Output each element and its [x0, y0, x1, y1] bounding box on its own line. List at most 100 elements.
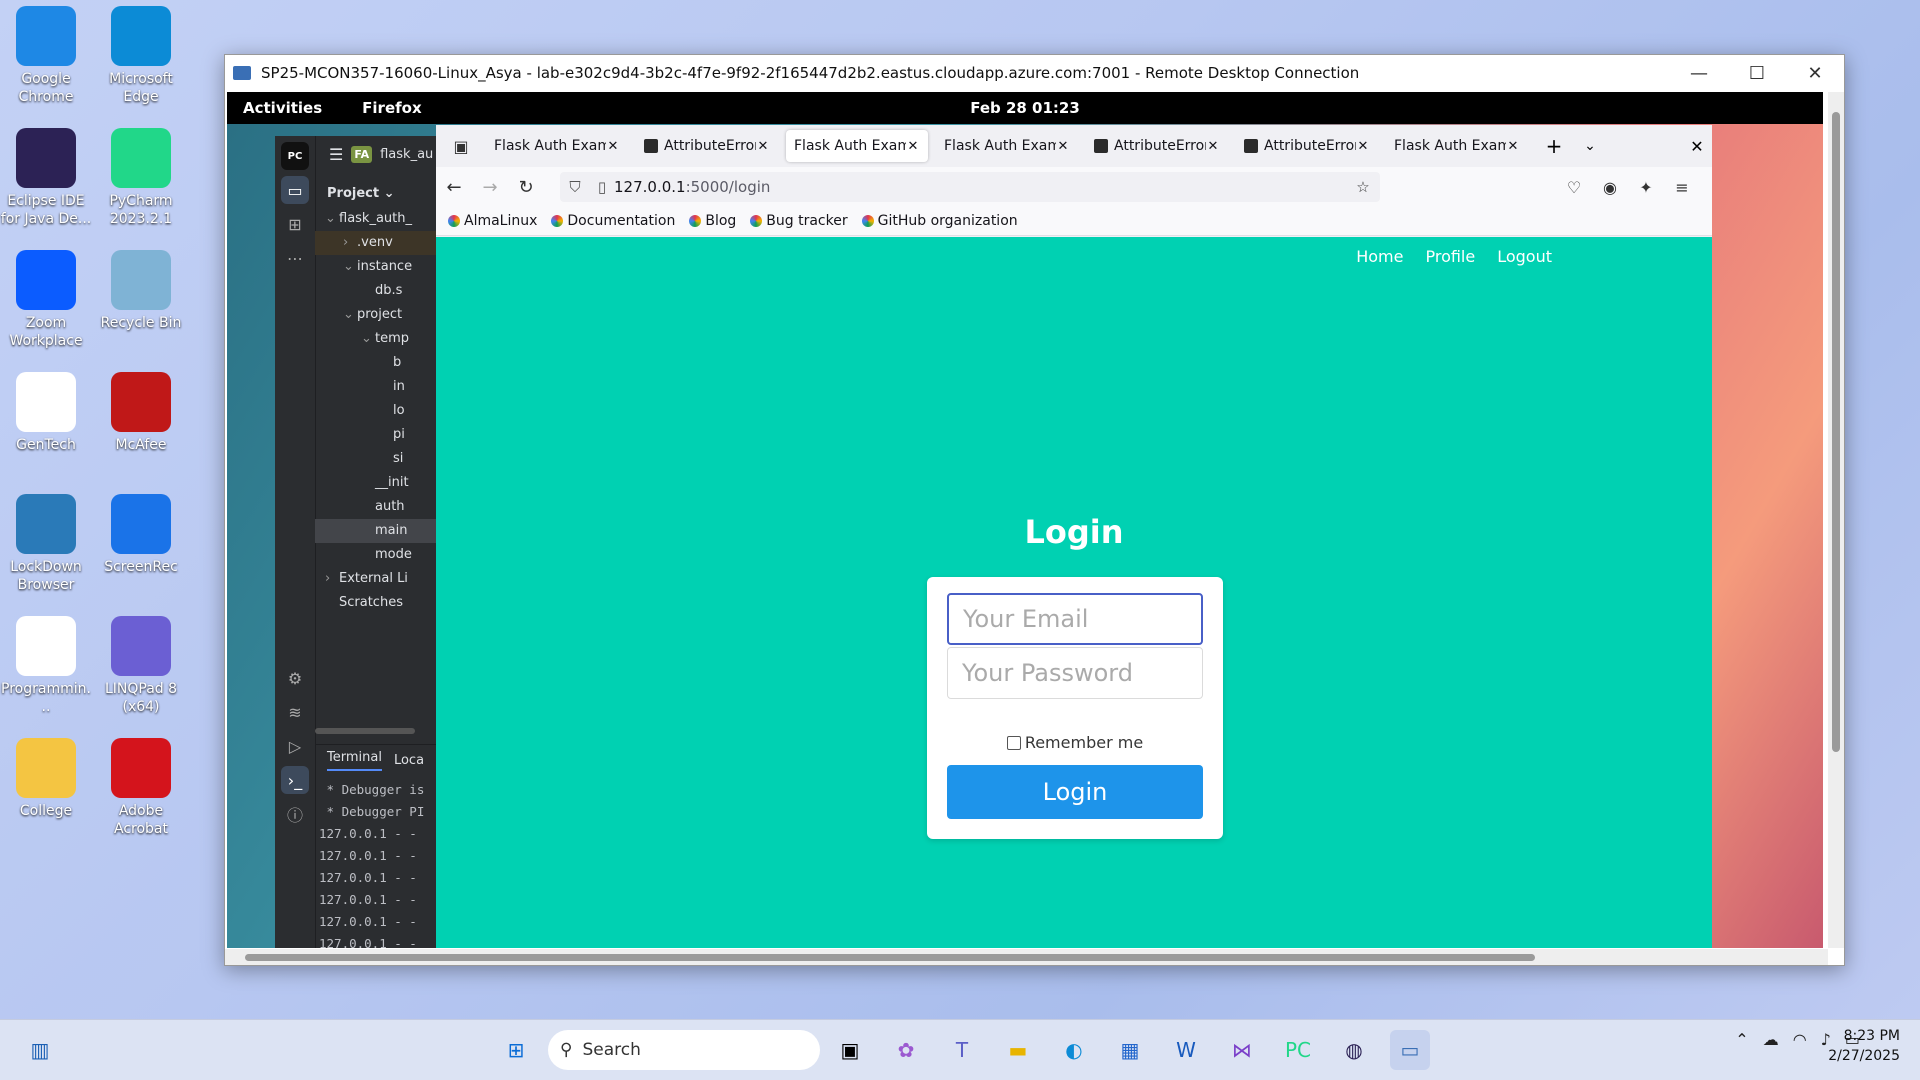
gnome-clock[interactable]: Feb 28 01:23: [227, 99, 1823, 117]
system-clock[interactable]: 8:23 PM 2/27/2025: [1828, 1026, 1900, 1066]
widgets-icon[interactable]: ▥: [20, 1030, 60, 1070]
login-button[interactable]: Login: [947, 765, 1203, 819]
copilot-icon[interactable]: ✿: [886, 1030, 926, 1070]
python-console-icon[interactable]: ⚙: [281, 664, 309, 692]
nav-home-link[interactable]: Home: [1356, 247, 1403, 266]
file-explorer-icon[interactable]: ▬: [998, 1030, 1038, 1070]
desktop-icon[interactable]: GenTech: [0, 372, 92, 454]
store-icon[interactable]: ▦: [1110, 1030, 1150, 1070]
desktop-icon[interactable]: Programmin...: [0, 616, 92, 716]
menu-icon[interactable]: ☰: [329, 145, 343, 164]
email-field[interactable]: Your Email: [947, 593, 1203, 645]
desktop-icon[interactable]: Adobe Acrobat: [95, 738, 187, 838]
shield-icon[interactable]: ⛉: [560, 178, 590, 196]
eclipse-icon[interactable]: ◍: [1334, 1030, 1374, 1070]
task-view-icon[interactable]: ▣: [830, 1030, 870, 1070]
search-box[interactable]: ⚲ Search: [548, 1030, 820, 1070]
bookmark-item[interactable]: Blog: [689, 213, 736, 229]
browser-tab[interactable]: Flask Auth Examp✕: [486, 130, 628, 162]
close-tab-icon[interactable]: ✕: [1356, 139, 1370, 154]
browser-tab[interactable]: AttributeError ✕: [636, 130, 778, 162]
remember-checkbox[interactable]: [1006, 735, 1021, 750]
close-tab-icon[interactable]: ✕: [756, 139, 770, 154]
close-tab-icon[interactable]: ✕: [1056, 139, 1070, 154]
list-tabs-icon[interactable]: ⌄: [1572, 138, 1608, 154]
bookmark-star-icon[interactable]: ☆: [1346, 178, 1380, 196]
local-tab[interactable]: Loca: [394, 753, 424, 768]
visual-studio-icon[interactable]: ⋈: [1222, 1030, 1262, 1070]
url-bar[interactable]: ⛉ ▯ 127.0.0.1:5000/login ☆: [560, 172, 1380, 202]
terminal-tab[interactable]: Terminal: [327, 750, 382, 771]
remote-screen[interactable]: Activities Firefox Feb 28 01:23 PC ▭ ⊞ ⋯…: [227, 92, 1823, 948]
forward-icon[interactable]: →: [472, 177, 508, 198]
pycharm-icon[interactable]: PC: [1278, 1030, 1318, 1070]
terminal-favicon-icon: [1094, 139, 1108, 153]
browser-tab[interactable]: AttributeError ✕: [1086, 130, 1228, 162]
close-tab-icon[interactable]: ✕: [1506, 139, 1520, 154]
structure-icon[interactable]: ⊞: [281, 210, 309, 238]
desktop-icon[interactable]: Eclipse IDE for Java De...: [0, 128, 92, 228]
pocket-icon[interactable]: ♡: [1556, 178, 1592, 197]
desktop-icon[interactable]: College: [0, 738, 92, 820]
activities-button[interactable]: Activities: [227, 99, 322, 117]
edge-icon[interactable]: ◐: [1054, 1030, 1094, 1070]
desktop-icon[interactable]: Google Chrome: [0, 6, 92, 106]
close-tab-icon[interactable]: ✕: [906, 139, 920, 154]
tab-view-icon[interactable]: ▣: [436, 137, 486, 156]
remember-me[interactable]: Remember me: [927, 733, 1223, 752]
desktop-icon[interactable]: Recycle Bin: [95, 250, 187, 332]
page-info-icon[interactable]: ▯: [590, 178, 614, 196]
run-icon[interactable]: ▷: [281, 732, 309, 760]
desktop-icon[interactable]: ScreenRec: [95, 494, 187, 576]
minimize-button[interactable]: —: [1670, 63, 1728, 84]
nav-logout-link[interactable]: Logout: [1497, 247, 1552, 266]
close-tab-icon[interactable]: ✕: [1206, 139, 1220, 154]
rdp-horizontal-scrollbar[interactable]: [225, 949, 1828, 965]
start-button[interactable]: ⊞: [496, 1030, 536, 1070]
desktop-icon[interactable]: LINQPad 8 (x64): [95, 616, 187, 716]
nav-profile-link[interactable]: Profile: [1425, 247, 1475, 266]
teams-icon[interactable]: T: [942, 1030, 982, 1070]
app-menu-icon[interactable]: ≡: [1664, 178, 1700, 197]
close-window-icon[interactable]: ✕: [1682, 137, 1712, 156]
bookmark-item[interactable]: GitHub organization: [861, 213, 1018, 229]
close-tab-icon[interactable]: ✕: [606, 139, 620, 154]
wifi-icon[interactable]: ◠: [1793, 1030, 1807, 1049]
desktop-icon[interactable]: PyCharm 2023.2.1: [95, 128, 187, 228]
browser-tab[interactable]: Flask Auth Examp✕: [786, 130, 928, 162]
more-icon[interactable]: ⋯: [281, 244, 309, 272]
password-field[interactable]: Your Password: [947, 647, 1203, 699]
chevron-up-icon[interactable]: ⌃: [1735, 1030, 1748, 1049]
rdp-titlebar[interactable]: SP25-MCON357-16060-Linux_Asya - lab-e302…: [225, 55, 1844, 91]
back-icon[interactable]: ←: [436, 177, 472, 198]
project-name[interactable]: flask_au: [380, 147, 433, 162]
browser-tab[interactable]: AttributeError ✕: [1236, 130, 1378, 162]
problems-icon[interactable]: ⓘ: [281, 800, 309, 828]
bookmark-item[interactable]: Bug tracker: [750, 213, 848, 229]
desktop-icon[interactable]: Zoom Workplace: [0, 250, 92, 350]
firefox-app-menu[interactable]: Firefox: [322, 99, 421, 117]
layers-icon[interactable]: ≋: [281, 698, 309, 726]
folder-icon[interactable]: ▭: [281, 176, 309, 204]
reload-icon[interactable]: ↻: [508, 177, 544, 198]
close-button[interactable]: ✕: [1786, 63, 1844, 84]
remote-desktop-icon[interactable]: ▭: [1390, 1030, 1430, 1070]
browser-tab[interactable]: Flask Auth Examp✕: [936, 130, 1078, 162]
account-icon[interactable]: ◉: [1592, 178, 1628, 197]
desktop-icon[interactable]: LockDown Browser: [0, 494, 92, 594]
desktop-icon[interactable]: McAfee: [95, 372, 187, 454]
word-icon[interactable]: W: [1166, 1030, 1206, 1070]
app-icon: [111, 6, 171, 66]
desktop-icon[interactable]: Microsoft Edge: [95, 6, 187, 106]
terminal-icon[interactable]: ›_: [281, 766, 309, 794]
tree-item-label: mode: [375, 547, 412, 562]
browser-tab[interactable]: Flask Auth Examp✕: [1386, 130, 1528, 162]
bookmark-item[interactable]: Documentation: [551, 213, 675, 229]
tree-scrollbar[interactable]: [315, 728, 415, 734]
new-tab-button[interactable]: +: [1536, 134, 1572, 158]
bookmark-item[interactable]: AlmaLinux: [448, 213, 537, 229]
onedrive-icon[interactable]: ☁: [1763, 1030, 1779, 1049]
maximize-button[interactable]: ☐: [1728, 63, 1786, 84]
extensions-icon[interactable]: ✦: [1628, 178, 1664, 197]
rdp-vertical-scrollbar[interactable]: [1828, 92, 1844, 948]
